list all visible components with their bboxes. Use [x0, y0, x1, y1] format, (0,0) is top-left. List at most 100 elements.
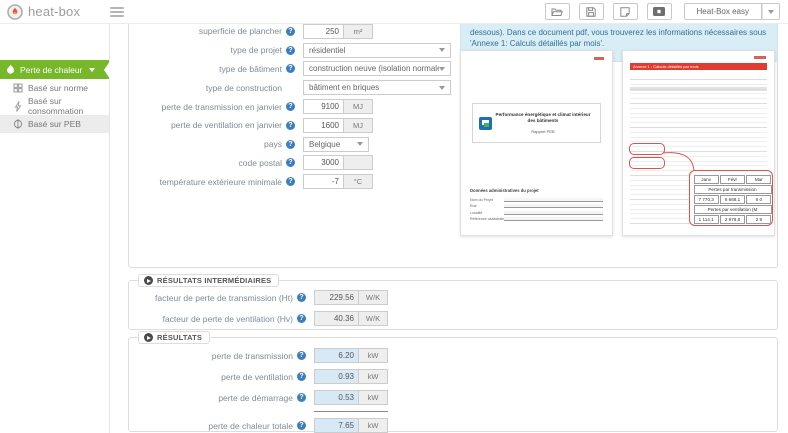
doc-subtitle: Rapport PEB	[492, 129, 594, 134]
type-construction-select[interactable]: bâtiment en briques	[303, 80, 451, 95]
result-row-hv: facteur de perte de ventilation (Hv) ? 4…	[129, 308, 777, 329]
doc-title-block: Performance énergétique et climat intéri…	[472, 103, 601, 143]
open-project-button[interactable]	[545, 3, 570, 20]
brand[interactable]: heat-box	[0, 4, 80, 20]
panel-title: RÉSULTATS INTERMÉDIAIRES	[157, 276, 271, 285]
result-label: facteur de perte de ventilation (Hv)	[129, 314, 293, 324]
callout-value: 6 0	[746, 195, 771, 204]
doc-admin-value-line	[504, 204, 603, 208]
help-icon[interactable]: ?	[297, 351, 306, 360]
help-icon[interactable]: ?	[297, 372, 306, 381]
code-postal-input[interactable]	[303, 155, 344, 170]
form-row-perte-ventilation: perte de ventilation en janvier ? MJ	[130, 116, 475, 135]
superficie-input[interactable]	[303, 24, 344, 39]
callout-value: 7 770,3	[694, 195, 719, 204]
gauge-icon	[13, 119, 23, 129]
chevron-down-icon	[439, 86, 445, 90]
form-row-type-batiment: type de bâtiment ? construction neuve (i…	[130, 60, 475, 79]
ht-value: 229.56	[314, 290, 359, 305]
help-icon[interactable]: ?	[286, 158, 295, 167]
sidebar-item-base-sur-peb[interactable]: Basé sur PEB	[0, 115, 109, 133]
unit-addon: kW	[359, 390, 388, 405]
sidebar-item-base-sur-norme[interactable]: Basé sur norme	[0, 79, 109, 97]
zoom-callout: Janv Févr Mar Pertes par transmission 7 …	[689, 170, 773, 226]
result-label: perte de ventilation	[129, 372, 293, 382]
help-icon[interactable]: ?	[286, 46, 295, 55]
perte-transmission-input[interactable]	[303, 99, 344, 114]
help-icon[interactable]: ?	[286, 177, 295, 186]
chevron-down-icon	[768, 10, 774, 14]
field-label: pays	[130, 139, 282, 149]
type-projet-select[interactable]: résidentiel	[303, 43, 451, 58]
type-batiment-select[interactable]: construction neuve (isolation normale; >…	[303, 61, 451, 76]
field-label: type de projet	[130, 45, 282, 55]
result-row-ht: facteur de perte de transmission (Ht) ? …	[129, 287, 777, 308]
temperature-input[interactable]	[303, 174, 344, 189]
perte-ventilation-input[interactable]	[303, 118, 344, 133]
help-icon[interactable]: ?	[297, 293, 306, 302]
doc-admin-value-line	[504, 198, 603, 202]
field-label: température extérieure minimale	[130, 177, 282, 187]
unit-addon: MJ	[344, 118, 373, 133]
result-row-ventilation: perte de ventilation ? 0.93 kW	[129, 366, 777, 387]
unit-addon: m²	[344, 24, 373, 39]
arrow-circle-icon	[144, 276, 153, 285]
help-icon[interactable]: ?	[286, 140, 295, 149]
help-icon[interactable]: ?	[297, 314, 306, 323]
pdf-preview-rapport-peb[interactable]: Performance énergétique et climat intéri…	[460, 50, 613, 236]
field-label: perte de transmission en janvier	[130, 102, 282, 112]
form-row-temperature: température extérieure minimale ? °C	[130, 172, 475, 191]
doc-admin-label: Localité	[470, 211, 504, 215]
callout-row-label: Pertes par ventilation (M	[694, 205, 772, 214]
chevron-down-icon	[89, 68, 95, 72]
selected-option: résidentiel	[309, 46, 345, 55]
callout-month: Mar	[746, 175, 771, 184]
sidebar-item-label: Basé sur norme	[28, 83, 88, 93]
help-icon[interactable]: ?	[297, 421, 306, 430]
help-icon[interactable]: ?	[297, 393, 306, 402]
perte-transmission-value: 6.20	[314, 348, 359, 363]
help-icon[interactable]: ?	[286, 64, 295, 73]
workspace-selector[interactable]: Heat-Box easy	[684, 3, 762, 20]
save-icon	[586, 7, 596, 17]
result-label: perte de démarrage	[129, 393, 293, 403]
results-panel: RÉSULTATS perte de transmission ? 6.20 k…	[128, 337, 778, 432]
unit-addon: MJ	[344, 99, 373, 114]
peb-form: superficie de plancher ? m² type de proj…	[130, 24, 475, 191]
help-icon[interactable]: ?	[286, 121, 295, 130]
doc-admin-label: Rue	[470, 204, 504, 208]
form-row-type-construction: type de construction ? bâtiment en briqu…	[130, 78, 475, 97]
selected-option: bâtiment en briques	[309, 83, 379, 92]
doc-admin-table: Données administratives du projet Nom du…	[470, 188, 603, 221]
sidebar-item-perte-de-chaleur[interactable]: Perte de chaleur	[0, 60, 109, 79]
video-help-button[interactable]	[647, 3, 672, 20]
unit-addon: kW	[359, 418, 388, 433]
perte-totale-value: 7.65	[314, 418, 359, 433]
unit-addon	[344, 155, 373, 170]
pdf-preview-annexe-calculs[interactable]: Annexe 1 : Calculs détaillés par mois Ja…	[622, 50, 775, 236]
callout-month: Janv	[694, 175, 719, 184]
video-icon	[653, 7, 665, 16]
note-icon	[620, 7, 630, 17]
chevron-down-icon	[357, 142, 363, 146]
folder-icon	[551, 7, 563, 17]
chevron-down-icon	[439, 67, 445, 71]
callout-value: 6 668,1	[720, 195, 745, 204]
help-icon[interactable]: ?	[286, 27, 295, 36]
grid-icon	[13, 83, 23, 93]
menu-toggle-icon[interactable]	[110, 5, 124, 19]
sidebar-item-base-sur-consommation[interactable]: Basé sur consommation	[0, 97, 109, 115]
doc-logo-mark	[594, 57, 604, 60]
notes-button[interactable]	[613, 3, 638, 20]
form-row-superficie: superficie de plancher ? m²	[130, 24, 475, 41]
chevron-down-icon	[439, 48, 445, 52]
callout-row-label: Pertes par transmission	[694, 185, 772, 194]
topbar: heat-box	[0, 0, 788, 24]
workspace-caret[interactable]	[762, 3, 780, 20]
help-icon[interactable]: ?	[286, 102, 295, 111]
pays-select[interactable]: Belgique	[303, 137, 369, 152]
panel-legend: RÉSULTATS INTERMÉDIAIRES	[138, 274, 279, 287]
doc-title: Performance énergétique et climat intéri…	[492, 112, 594, 123]
unit-addon: W/K	[359, 311, 388, 326]
save-project-button[interactable]	[579, 3, 604, 20]
